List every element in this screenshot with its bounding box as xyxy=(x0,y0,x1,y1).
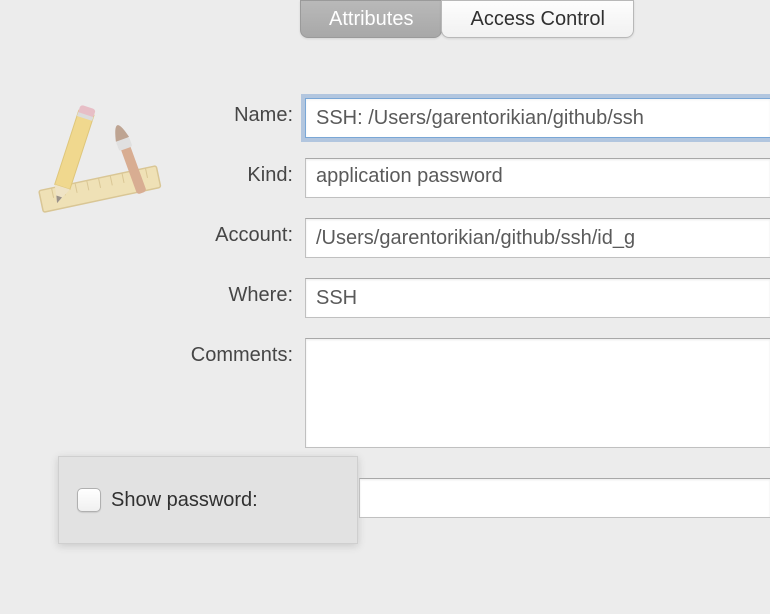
password-field[interactable] xyxy=(359,478,770,518)
account-label: Account: xyxy=(180,218,305,247)
where-label: Where: xyxy=(180,278,305,307)
tab-bar: Attributes Access Control xyxy=(300,0,633,38)
account-field[interactable] xyxy=(305,218,770,258)
kind-field: application password xyxy=(305,158,770,198)
tab-access-control[interactable]: Access Control xyxy=(441,0,634,38)
tab-access-control-label: Access Control xyxy=(470,8,605,31)
kind-label: Kind: xyxy=(180,158,305,187)
name-field[interactable] xyxy=(305,98,770,138)
comments-label: Comments: xyxy=(180,338,305,367)
show-password-checkbox[interactable] xyxy=(77,488,101,512)
name-label: Name: xyxy=(180,98,305,127)
tab-attributes-label: Attributes xyxy=(329,8,413,31)
attributes-form: Name: Kind: application password Account… xyxy=(180,98,770,468)
where-field[interactable] xyxy=(305,278,770,318)
comments-field[interactable] xyxy=(305,338,770,448)
tab-attributes[interactable]: Attributes xyxy=(300,0,442,38)
application-tools-icon xyxy=(35,90,165,220)
show-password-label[interactable]: Show password: xyxy=(111,489,258,512)
show-password-panel: Show password: xyxy=(58,456,358,544)
